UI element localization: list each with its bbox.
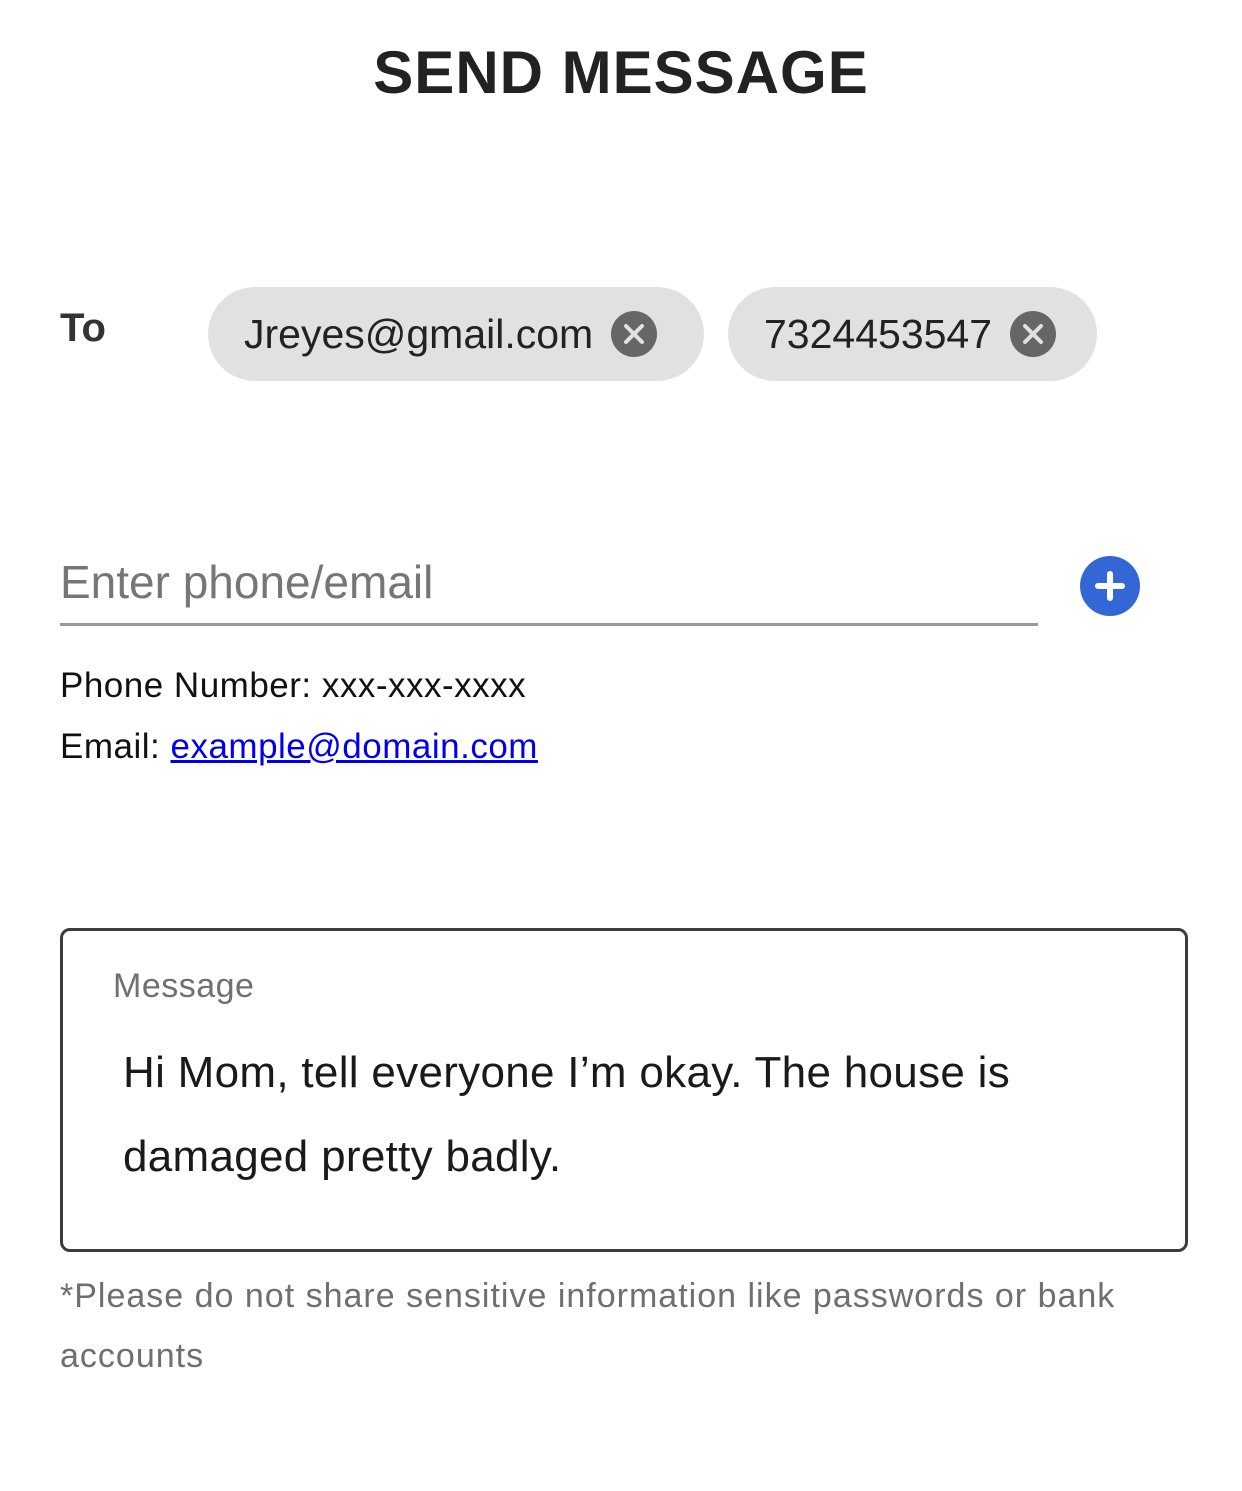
email-hint-label: Email:: [60, 727, 161, 766]
message-label: Message: [113, 967, 255, 1005]
close-circle-icon[interactable]: [1010, 311, 1057, 357]
email-format-hint: Email: example@domain.com: [60, 727, 538, 767]
add-recipient-button[interactable]: [1080, 556, 1140, 616]
page-title: SEND MESSAGE: [373, 39, 869, 106]
message-textarea[interactable]: Hi Mom, tell everyone I’m okay. The hous…: [123, 1031, 1133, 1199]
recipient-input[interactable]: [60, 540, 1038, 626]
email-example-link[interactable]: example@domain.com: [170, 727, 537, 766]
to-label: To: [60, 306, 106, 350]
recipient-chip-phone[interactable]: 7324453547: [728, 287, 1097, 381]
phone-format-hint: Phone Number: xxx-xxx-xxxx: [60, 666, 526, 706]
recipient-chip-label: Jreyes@gmail.com: [244, 310, 594, 357]
recipient-chip-label: 7324453547: [764, 310, 993, 357]
plus-circle-icon: [1095, 571, 1125, 601]
phone-hint-label: Phone Number:: [60, 666, 312, 705]
message-field[interactable]: Message Hi Mom, tell everyone I’m okay. …: [60, 928, 1188, 1252]
recipient-chip-email[interactable]: Jreyes@gmail.com: [208, 287, 704, 381]
sensitive-info-disclaimer: *Please do not share sensitive informati…: [60, 1277, 1116, 1375]
phone-hint-format: xxx-xxx-xxxx: [321, 666, 527, 705]
close-circle-icon[interactable]: [611, 311, 658, 357]
